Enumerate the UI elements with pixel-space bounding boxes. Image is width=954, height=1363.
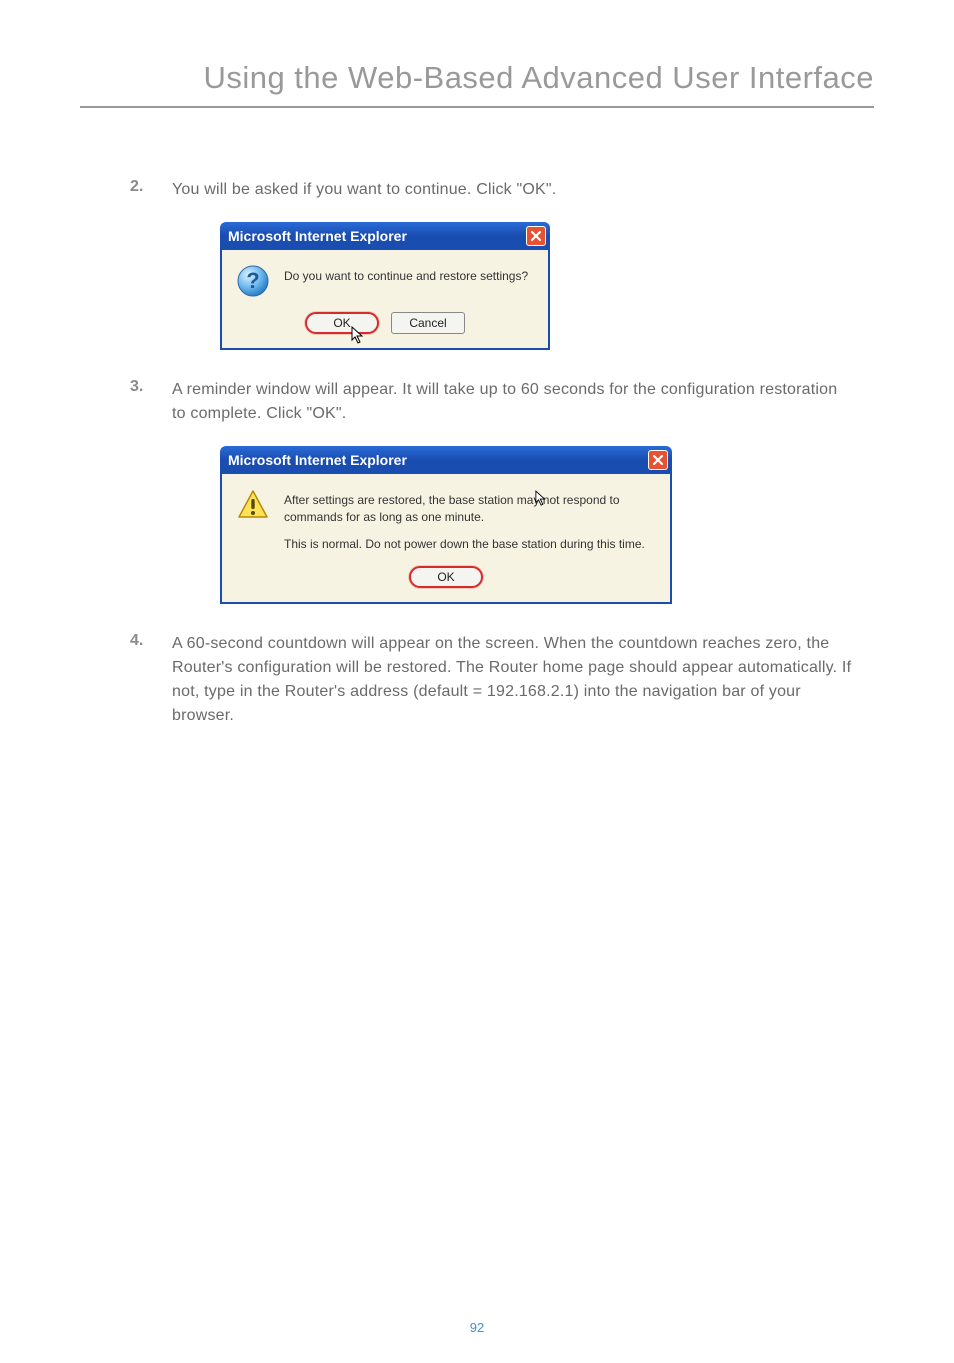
page-title: Using the Web-Based Advanced User Interf… [80, 60, 874, 96]
ok-button[interactable]: OK [305, 312, 379, 334]
close-icon[interactable] [526, 226, 546, 246]
page-number: 92 [0, 1320, 954, 1335]
cancel-button[interactable]: Cancel [391, 312, 465, 334]
step-text: A reminder window will appear. It will t… [172, 378, 854, 426]
dialog-title: Microsoft Internet Explorer [228, 452, 407, 468]
dialog-message-line1: After settings are restored, the base st… [284, 492, 656, 526]
ok-button[interactable]: OK [409, 566, 483, 588]
step-text: You will be asked if you want to continu… [172, 178, 556, 202]
dialog-message: Do you want to continue and restore sett… [284, 264, 528, 285]
step-3: 3. A reminder window will appear. It wil… [130, 378, 854, 426]
dialog-message: After settings are restored, the base st… [284, 488, 656, 552]
cursor-icon [535, 490, 549, 508]
step-2: 2. You will be asked if you want to cont… [130, 178, 854, 202]
dialog-body: ? Do you want to continue and restore se… [220, 250, 550, 350]
dialog-restore-reminder: Microsoft Internet Explorer Afte [220, 446, 672, 604]
close-icon[interactable] [648, 450, 668, 470]
step-number: 3. [130, 378, 172, 426]
step-number: 4. [130, 632, 172, 728]
dialog-title: Microsoft Internet Explorer [228, 228, 407, 244]
dialog-confirm-restore: Microsoft Internet Explorer [220, 222, 550, 350]
dialog-body: After settings are restored, the base st… [220, 474, 672, 604]
cursor-icon [351, 326, 367, 346]
dialog-titlebar: Microsoft Internet Explorer [220, 222, 550, 250]
question-icon: ? [236, 264, 270, 298]
dialog-message-line2: This is normal. Do not power down the ba… [284, 536, 656, 553]
warning-icon [236, 488, 270, 522]
title-rule [80, 106, 874, 108]
step-4: 4. A 60-second countdown will appear on … [130, 632, 854, 728]
svg-text:?: ? [246, 268, 259, 293]
dialog-titlebar: Microsoft Internet Explorer [220, 446, 672, 474]
step-text: A 60-second countdown will appear on the… [172, 632, 854, 728]
step-number: 2. [130, 178, 172, 202]
